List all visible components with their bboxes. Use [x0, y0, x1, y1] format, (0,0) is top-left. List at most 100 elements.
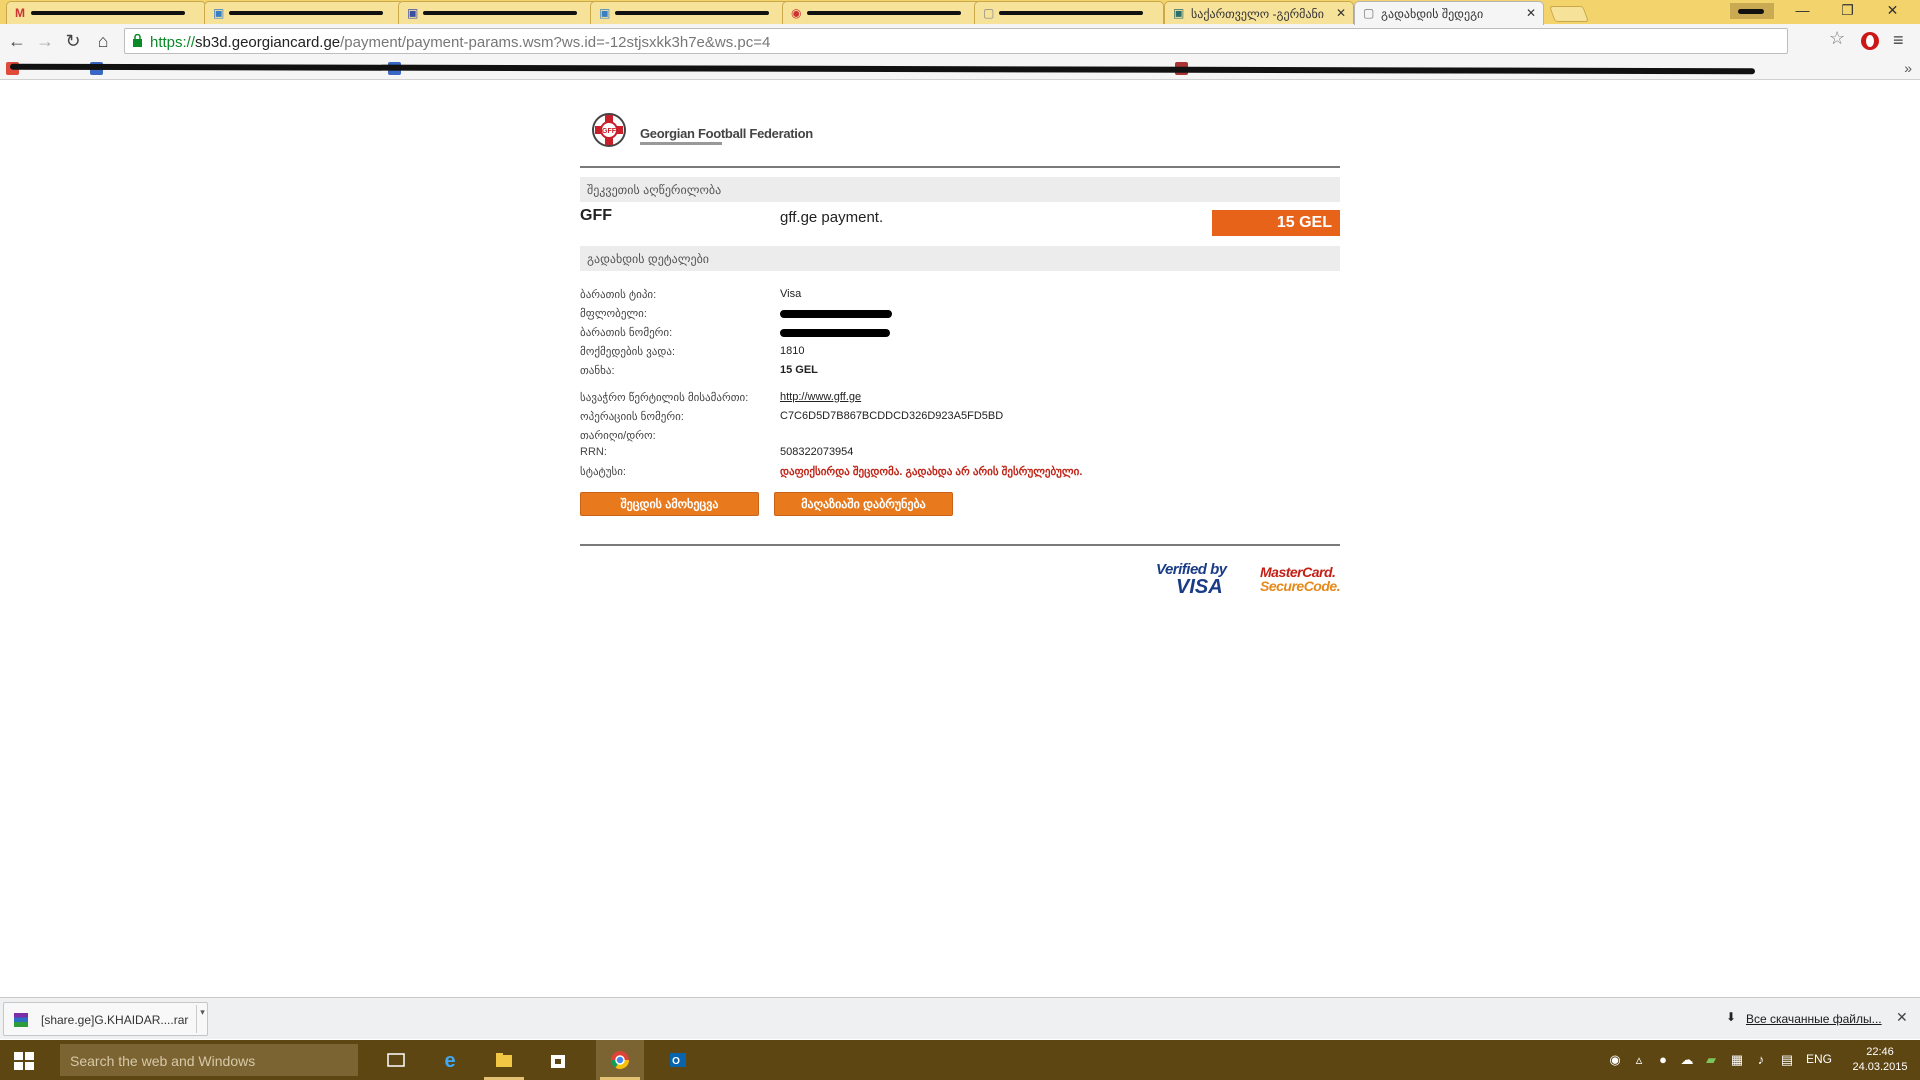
tab-title: გადახდის შედეგი — [1381, 7, 1484, 21]
mastercard-securecode-badge: MasterCard. SecureCode. — [1260, 565, 1341, 594]
reload-icon[interactable]: ↻ — [62, 30, 84, 52]
task-view-icon — [387, 1053, 405, 1067]
back-arrow-icon[interactable]: ← — [6, 30, 28, 52]
taskbar-search-box[interactable]: Search the web and Windows — [60, 1044, 358, 1076]
detail-row-holder: მფლობელი: — [580, 307, 1340, 323]
detail-row-status: სტატუსი: დაფიქსირდა შეცდომა. გადახდა არ … — [580, 465, 1340, 481]
tab-2[interactable]: ▣ — [204, 1, 404, 24]
gff-crest-icon: GFF — [592, 113, 626, 147]
tab-gmail[interactable]: M — [6, 1, 206, 24]
close-icon[interactable]: ✕ — [1896, 1009, 1908, 1026]
restore-button[interactable]: ❐ — [1825, 0, 1870, 22]
chevron-down-icon[interactable]: ▾ — [196, 1005, 208, 1033]
folder-icon — [496, 1053, 512, 1067]
detail-label: მოქმედების ვადა: — [580, 346, 676, 358]
start-button[interactable] — [0, 1040, 48, 1080]
taskbar-store[interactable] — [534, 1040, 582, 1080]
taskbar-chrome[interactable] — [596, 1040, 644, 1080]
redaction-mark — [1738, 9, 1764, 14]
forward-arrow-icon[interactable]: → — [34, 30, 56, 52]
action-center-icon[interactable]: ▤ — [1780, 1053, 1794, 1067]
store-icon — [551, 1055, 565, 1068]
redaction-mark — [999, 11, 1143, 15]
notification-icon[interactable]: ▵ — [1632, 1053, 1646, 1067]
tab-7[interactable]: ▣ საქართველო -გერმანი ✕ — [1164, 1, 1354, 24]
close-icon[interactable]: ✕ — [1336, 6, 1346, 20]
show-all-downloads-link[interactable]: Все скачанные файлы... — [1746, 1012, 1882, 1026]
page-icon: ▣ — [407, 6, 419, 20]
onedrive-icon[interactable]: ☁ — [1680, 1053, 1694, 1067]
clock-date: 24.03.2015 — [1852, 1061, 1908, 1073]
network-icon[interactable]: ▦ — [1730, 1053, 1744, 1067]
redaction-mark — [31, 11, 185, 15]
tab-3[interactable]: ▣ — [398, 1, 598, 24]
svg-text:GFF: GFF — [602, 128, 617, 135]
minimize-button[interactable]: — — [1780, 0, 1825, 22]
url-path: /payment/payment-params.wsm?ws.id=-12stj… — [340, 34, 771, 51]
detail-row-card-number: ბარათის ნომერი: — [580, 326, 1340, 342]
chrome-tray-icon[interactable]: ● — [1656, 1053, 1670, 1067]
svg-text:e: e — [444, 1050, 455, 1070]
taskbar-explorer[interactable] — [480, 1040, 528, 1080]
tab-active[interactable]: ▢ გადახდის შედეგი ✕ — [1354, 1, 1544, 25]
internet-explorer-icon: e — [444, 1050, 455, 1070]
detail-label: მფლობელი: — [580, 308, 647, 320]
page-icon: ◉ — [791, 6, 802, 20]
page-icon: ▣ — [1173, 6, 1185, 20]
divider — [580, 544, 1340, 546]
tab-title: საქართველო -გერმანი — [1191, 7, 1325, 21]
clock-time: 22:46 — [1866, 1046, 1894, 1058]
home-icon[interactable]: ⌂ — [92, 30, 114, 52]
verified-by-visa-badge: Verified by VISA — [1156, 562, 1227, 597]
detail-label: სტატუსი: — [580, 466, 626, 478]
expiry-value: 1810 — [780, 345, 805, 357]
close-icon[interactable]: ✕ — [1526, 6, 1536, 20]
page-icon: ▣ — [599, 6, 611, 20]
nvidia-icon[interactable]: ▰ — [1704, 1053, 1718, 1067]
download-item[interactable]: [share.ge]G.KHAIDAR....rar ▾ — [3, 1002, 208, 1036]
downloads-bar: [share.ge]G.KHAIDAR....rar ▾ ⬇ Все скача… — [0, 997, 1920, 1039]
tab-6[interactable]: ▢ — [974, 1, 1164, 24]
detail-label: RRN: — [580, 446, 607, 458]
system-clock[interactable]: 22:46 24.03.2015 — [1845, 1045, 1915, 1075]
detail-label: ბარათის ტიპი: — [580, 289, 657, 301]
volume-icon[interactable]: ♪ — [1754, 1053, 1768, 1067]
tab-5[interactable]: ◉ — [782, 1, 982, 24]
page-icon: ▢ — [983, 6, 995, 20]
windows-logo-icon — [14, 1052, 34, 1070]
browser-toolbar: ← → ↻ ⌂ https://sb3d.georgiancard.ge/pay… — [0, 24, 1920, 58]
taskbar-ie[interactable]: e — [426, 1040, 474, 1080]
window-close-button[interactable]: ✕ — [1870, 0, 1915, 22]
winrar-file-icon — [14, 1013, 28, 1027]
redaction-mark — [9, 63, 1756, 75]
redaction-mark — [615, 11, 769, 15]
tab-4[interactable]: ▣ — [590, 1, 790, 24]
return-to-shop-button[interactable]: მაღაზიაში დაბრუნება — [774, 492, 953, 516]
merchant-url-link[interactable]: http://www.gff.ge — [780, 391, 861, 403]
task-view-button[interactable] — [372, 1040, 420, 1080]
new-tab-button[interactable] — [1549, 6, 1589, 22]
more-bookmarks-icon[interactable]: » — [1904, 60, 1912, 76]
steam-icon[interactable]: ◉ — [1608, 1053, 1622, 1067]
repeat-payment-button[interactable]: შეცდის ამოხეცვა — [580, 492, 759, 516]
menu-icon[interactable]: ≡ — [1893, 30, 1904, 51]
profile-button[interactable] — [1730, 3, 1774, 19]
address-bar[interactable]: https://sb3d.georgiancard.ge/payment/pay… — [124, 28, 1788, 54]
gmail-icon: M — [15, 6, 25, 20]
detail-row-card-type: ბარათის ტიპი: Visa — [580, 288, 1340, 304]
screen: M ▣ ▣ ▣ ◉ ▢ ▣ საქართველო -გერმანი ✕ ▢ გა… — [0, 0, 1920, 1080]
logo-text: Georgian Football Federation — [640, 126, 813, 141]
mc-line2: SecureCode. — [1260, 578, 1341, 594]
bookmark-star-icon[interactable]: ☆ — [1829, 28, 1845, 49]
input-language[interactable]: ENG — [1806, 1052, 1832, 1066]
card-type-value: Visa — [780, 288, 802, 300]
page-icon: ▢ — [1363, 6, 1375, 20]
merchant-name: GFF — [580, 207, 612, 224]
order-description: gff.ge payment. — [780, 209, 884, 226]
detail-label: ბარათის ნომერი: — [580, 327, 673, 339]
download-arrow-icon: ⬇ — [1726, 1010, 1737, 1024]
opera-extension-icon[interactable] — [1861, 32, 1879, 50]
taskbar-outlook[interactable]: O — [654, 1040, 702, 1080]
detail-row-expiry: მოქმედების ვადა: 1810 — [580, 345, 1340, 361]
detail-row-merchant-url: სავაჭრო წერტილის მისამართი: http://www.g… — [580, 391, 1340, 407]
